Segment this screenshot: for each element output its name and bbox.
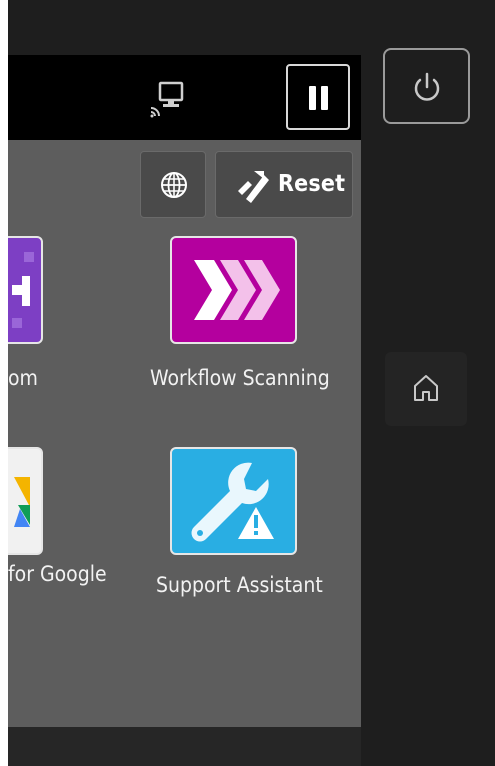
app-tile-purple[interactable] <box>8 236 43 344</box>
workflow-scanning-icon <box>194 260 280 320</box>
app-label: for Google <box>8 562 107 586</box>
touch-screen: Reset om Workflow Scanning for Google Su… <box>8 55 361 727</box>
support-assistant-icon <box>191 462 274 542</box>
app-label: om <box>8 366 38 390</box>
pause-icon <box>309 86 316 110</box>
app-tile-workflow-scanning[interactable] <box>170 236 297 344</box>
app-tile-google[interactable] <box>8 447 43 555</box>
app-tile-support-assistant[interactable] <box>170 447 297 555</box>
reset-button[interactable]: Reset <box>215 151 353 218</box>
language-button[interactable] <box>140 151 206 218</box>
pause-button[interactable] <box>286 64 350 130</box>
app-label: Workflow Scanning <box>150 366 330 390</box>
reset-icon <box>238 171 269 203</box>
pause-icon <box>321 86 328 110</box>
app-purple-icon <box>12 252 34 328</box>
device-panel: Reset om Workflow Scanning for Google Su… <box>0 0 495 766</box>
edge-strip <box>0 0 8 766</box>
power-button[interactable] <box>383 48 470 124</box>
home-button[interactable] <box>385 352 467 426</box>
screen-bezel-bottom <box>8 727 361 766</box>
power-icon <box>414 72 440 101</box>
home-icon <box>414 375 438 401</box>
status-bar <box>8 55 361 140</box>
reset-label: Reset <box>278 171 346 197</box>
remote-display-icon <box>150 81 184 118</box>
google-drive-icon <box>14 477 30 527</box>
globe-icon <box>161 172 187 198</box>
app-label: Support Assistant <box>156 573 323 597</box>
